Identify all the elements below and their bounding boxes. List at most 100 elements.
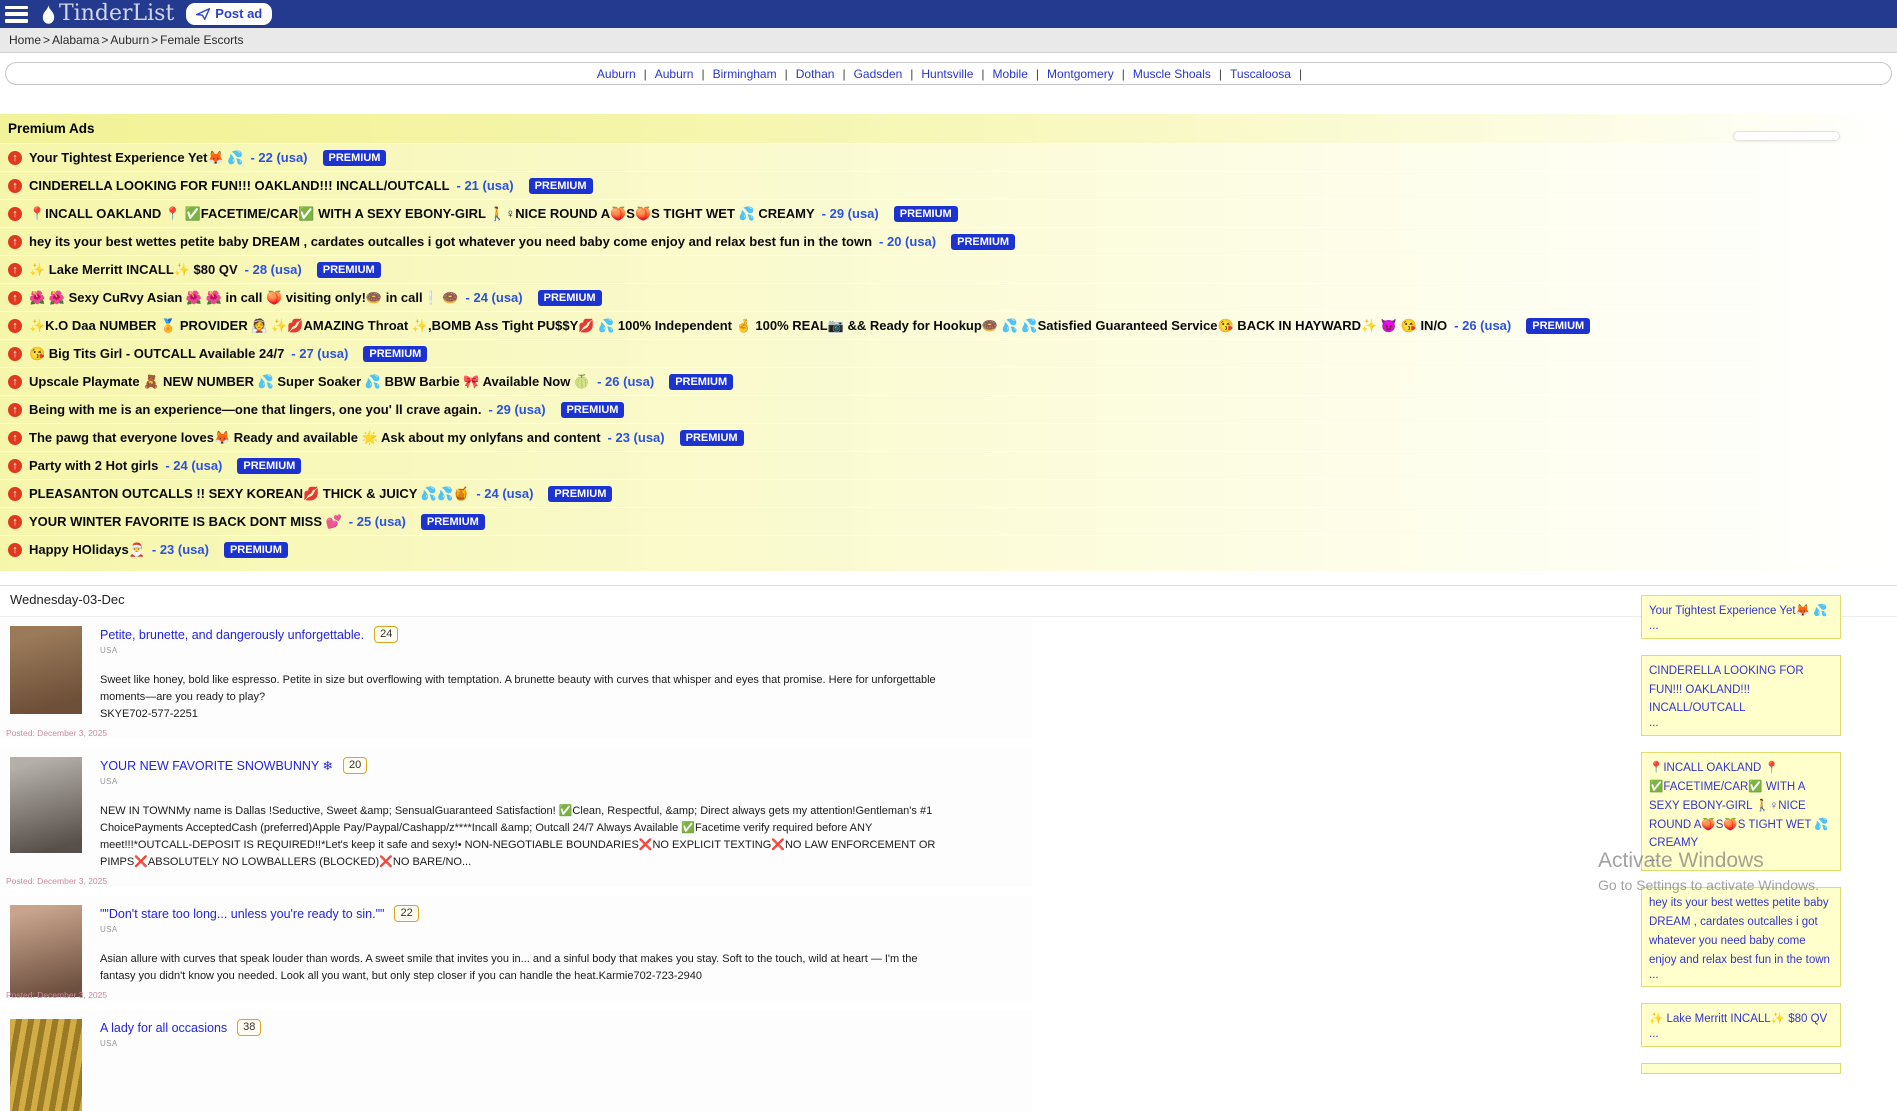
- listing-thumbnail[interactable]: [10, 757, 82, 853]
- city-link[interactable]: Muscle Shoals: [1133, 67, 1211, 81]
- city-link[interactable]: Tuscaloosa: [1230, 67, 1291, 81]
- premium-ad-title: hey its your best wettes petite baby DRE…: [29, 234, 872, 249]
- up-arrow-circle-icon: ↑: [8, 347, 22, 361]
- city-separator: |: [785, 67, 788, 81]
- listing-description: Asian allure with curves that speak loud…: [100, 951, 938, 985]
- premium-ad-row[interactable]: ↑ hey its your best wettes petite baby D…: [0, 227, 1897, 255]
- premium-ad-age: - 29 (usa): [822, 206, 879, 221]
- city-link[interactable]: Mobile: [993, 67, 1028, 81]
- city-link[interactable]: Birmingham: [713, 67, 777, 81]
- premium-ad-age: - 26 (usa): [597, 374, 654, 389]
- premium-ad-row[interactable]: ↑ 📍INCALL OAKLAND 📍 ✅FACETIME/CAR✅ WITH …: [0, 199, 1897, 227]
- premium-badge: PREMIUM: [237, 458, 301, 474]
- sidebar-ad-title: 📍INCALL OAKLAND 📍 ✅FACETIME/CAR✅ WITH A …: [1649, 762, 1829, 849]
- city-link[interactable]: Huntsville: [921, 67, 973, 81]
- sidebar-ad-title: ✨ Lake Merritt INCALL✨ $80 QV: [1649, 1013, 1827, 1025]
- listing-thumbnail[interactable]: [10, 1019, 82, 1111]
- premium-badge: PREMIUM: [538, 290, 602, 306]
- listing-row: YOUR NEW FAVORITE SNOWBUNNY ❄ 20 USA NEW…: [0, 748, 1032, 887]
- sidebar-ad-box[interactable]: ✨ Lake Merritt INCALL✨ $80 QV ...: [1641, 1003, 1841, 1047]
- premium-ad-age: - 22 (usa): [250, 150, 307, 165]
- sidebar-ad-box[interactable]: Your Tightest Experience Yet🦊 💦 ...: [1641, 595, 1841, 639]
- premium-ad-title: Being with me is an experience—one that …: [29, 402, 481, 417]
- up-arrow-circle-icon: ↑: [8, 151, 22, 165]
- premium-ad-row[interactable]: ↑ ✨ Lake Merritt INCALL✨ $80 QV - 28 (us…: [0, 255, 1897, 283]
- listing-age-badge: 38: [237, 1019, 261, 1036]
- sidebar-ad-box[interactable]: CINDERELLA LOOKING FOR FUN!!! OAKLAND!!!…: [1641, 655, 1841, 736]
- premium-ad-row[interactable]: ↑ Your Tightest Experience Yet🦊 💦 - 22 (…: [0, 143, 1897, 171]
- premium-ad-row[interactable]: ↑ 🌺 🌺 Sexy CuRvy Asian 🌺 🌺 in call 🍑 vis…: [0, 283, 1897, 311]
- listing-title-link[interactable]: ""Don't stare too long... unless you're …: [100, 907, 384, 921]
- city-link[interactable]: Dothan: [796, 67, 835, 81]
- listing-title-link[interactable]: A lady for all occasions: [100, 1021, 227, 1035]
- sidebar-ad-box[interactable]: [1641, 1063, 1841, 1074]
- up-arrow-circle-icon: ↑: [8, 179, 22, 193]
- breadcrumb-separator: >: [101, 33, 108, 47]
- listings-list: Petite, brunette, and dangerously unforg…: [0, 617, 1897, 1110]
- listing-thumbnail[interactable]: [10, 626, 82, 714]
- city-link[interactable]: Auburn: [597, 67, 636, 81]
- listing-title-link[interactable]: YOUR NEW FAVORITE SNOWBUNNY ❄: [100, 758, 333, 773]
- city-link[interactable]: Auburn: [655, 67, 694, 81]
- listing-posted-date: Posted: December 3, 2025: [6, 990, 107, 1000]
- premium-ads-heading: Premium Ads: [0, 114, 1897, 143]
- breadcrumb-item[interactable]: Alabama: [52, 33, 99, 47]
- listing-country: USA: [100, 925, 938, 934]
- breadcrumb-item[interactable]: Female Escorts: [160, 33, 243, 47]
- city-separator: |: [1299, 67, 1302, 81]
- site-logo[interactable]: TinderList: [40, 3, 174, 25]
- city-separator: |: [1219, 67, 1222, 81]
- premium-ad-title: 🌺 🌺 Sexy CuRvy Asian 🌺 🌺 in call 🍑 visit…: [29, 290, 459, 306]
- premium-ad-row[interactable]: ↑ Party with 2 Hot girls - 24 (usa) PREM…: [0, 451, 1897, 479]
- city-link[interactable]: Gadsden: [854, 67, 903, 81]
- breadcrumb-item[interactable]: Home: [9, 33, 41, 47]
- breadcrumb-item[interactable]: Auburn: [110, 33, 149, 47]
- listing-row: A lady for all occasions 38 USA: [0, 1010, 1032, 1110]
- listing-contact-line: SKYE702-577-2251: [100, 706, 938, 723]
- premium-ad-title: Party with 2 Hot girls: [29, 458, 158, 473]
- hamburger-menu-icon[interactable]: [5, 6, 28, 23]
- premium-ad-title: The pawg that everyone loves🦊 Ready and …: [29, 430, 601, 446]
- listing-description: Sweet like honey, bold like espresso. Pe…: [100, 672, 938, 706]
- listing-posted-date: Posted: December 3, 2025: [6, 728, 107, 738]
- city-separator: |: [701, 67, 704, 81]
- listing-country: USA: [100, 1039, 938, 1048]
- listing-age-badge: 22: [394, 905, 418, 922]
- listing-thumbnail[interactable]: [10, 905, 82, 997]
- up-arrow-circle-icon: ↑: [8, 459, 22, 473]
- premium-ad-row[interactable]: ↑ CINDERELLA LOOKING FOR FUN!!! OAKLAND!…: [0, 171, 1897, 199]
- premium-ad-row[interactable]: ↑ Happy HOlidays🎅 - 23 (usa) PREMIUM: [0, 535, 1897, 563]
- site-title: TinderList: [59, 3, 174, 25]
- sidebar-ad-ellipsis: ...: [1649, 1028, 1833, 1042]
- up-arrow-circle-icon: ↑: [8, 515, 22, 529]
- listing-age-badge: 24: [374, 626, 398, 643]
- sidebar-ad-box[interactable]: hey its your best wettes petite baby DRE…: [1641, 887, 1841, 987]
- premium-ad-title: CINDERELLA LOOKING FOR FUN!!! OAKLAND!!!…: [29, 178, 450, 193]
- premium-ad-row[interactable]: ↑ The pawg that everyone loves🦊 Ready an…: [0, 423, 1897, 451]
- premium-ad-title: 😘 Big Tits Girl - OUTCALL Available 24/7: [29, 346, 284, 362]
- up-arrow-circle-icon: ↑: [8, 319, 22, 333]
- premium-ad-row[interactable]: ↑ YOUR WINTER FAVORITE IS BACK DONT MISS…: [0, 507, 1897, 535]
- city-link[interactable]: Montgomery: [1047, 67, 1114, 81]
- listing-description: NEW IN TOWNMy name is Dallas !Seductive,…: [100, 803, 938, 871]
- premium-ad-row[interactable]: ↑ 😘 Big Tits Girl - OUTCALL Available 24…: [0, 339, 1897, 367]
- premium-ad-age: - 25 (usa): [349, 514, 406, 529]
- sidebar-ad-ellipsis: ...: [1649, 717, 1833, 731]
- post-ad-button[interactable]: Post ad: [186, 3, 272, 25]
- premium-ad-row[interactable]: ↑ ✨K.O Daa NUMBER 🏅 PROVIDER 👰 ✨💋AMAZING…: [0, 311, 1897, 339]
- premium-badge: PREMIUM: [421, 514, 485, 530]
- sidebar-ad-title: CINDERELLA LOOKING FOR FUN!!! OAKLAND!!!…: [1649, 665, 1804, 715]
- up-arrow-circle-icon: ↑: [8, 487, 22, 501]
- premium-ad-row[interactable]: ↑ PLEASANTON OUTCALLS !! SEXY KOREAN💋 TH…: [0, 479, 1897, 507]
- premium-ad-title: ✨ Lake Merritt INCALL✨ $80 QV: [29, 262, 238, 278]
- premium-ad-age: - 26 (usa): [1454, 318, 1511, 333]
- sidebar-ad-ellipsis: ...: [1649, 969, 1833, 983]
- premium-ad-row[interactable]: ↑ Upscale Playmate 🧸 NEW NUMBER 💦 Super …: [0, 367, 1897, 395]
- premium-ad-row[interactable]: ↑ Being with me is an experience—one tha…: [0, 395, 1897, 423]
- premium-badge: PREMIUM: [894, 206, 958, 222]
- listing-title-link[interactable]: Petite, brunette, and dangerously unforg…: [100, 628, 364, 642]
- sidebar-ad-box[interactable]: 📍INCALL OAKLAND 📍 ✅FACETIME/CAR✅ WITH A …: [1641, 752, 1841, 871]
- city-separator: |: [1122, 67, 1125, 81]
- listings-section: Wednesday-03-Dec Petite, brunette, and d…: [0, 585, 1897, 1110]
- city-separator: |: [842, 67, 845, 81]
